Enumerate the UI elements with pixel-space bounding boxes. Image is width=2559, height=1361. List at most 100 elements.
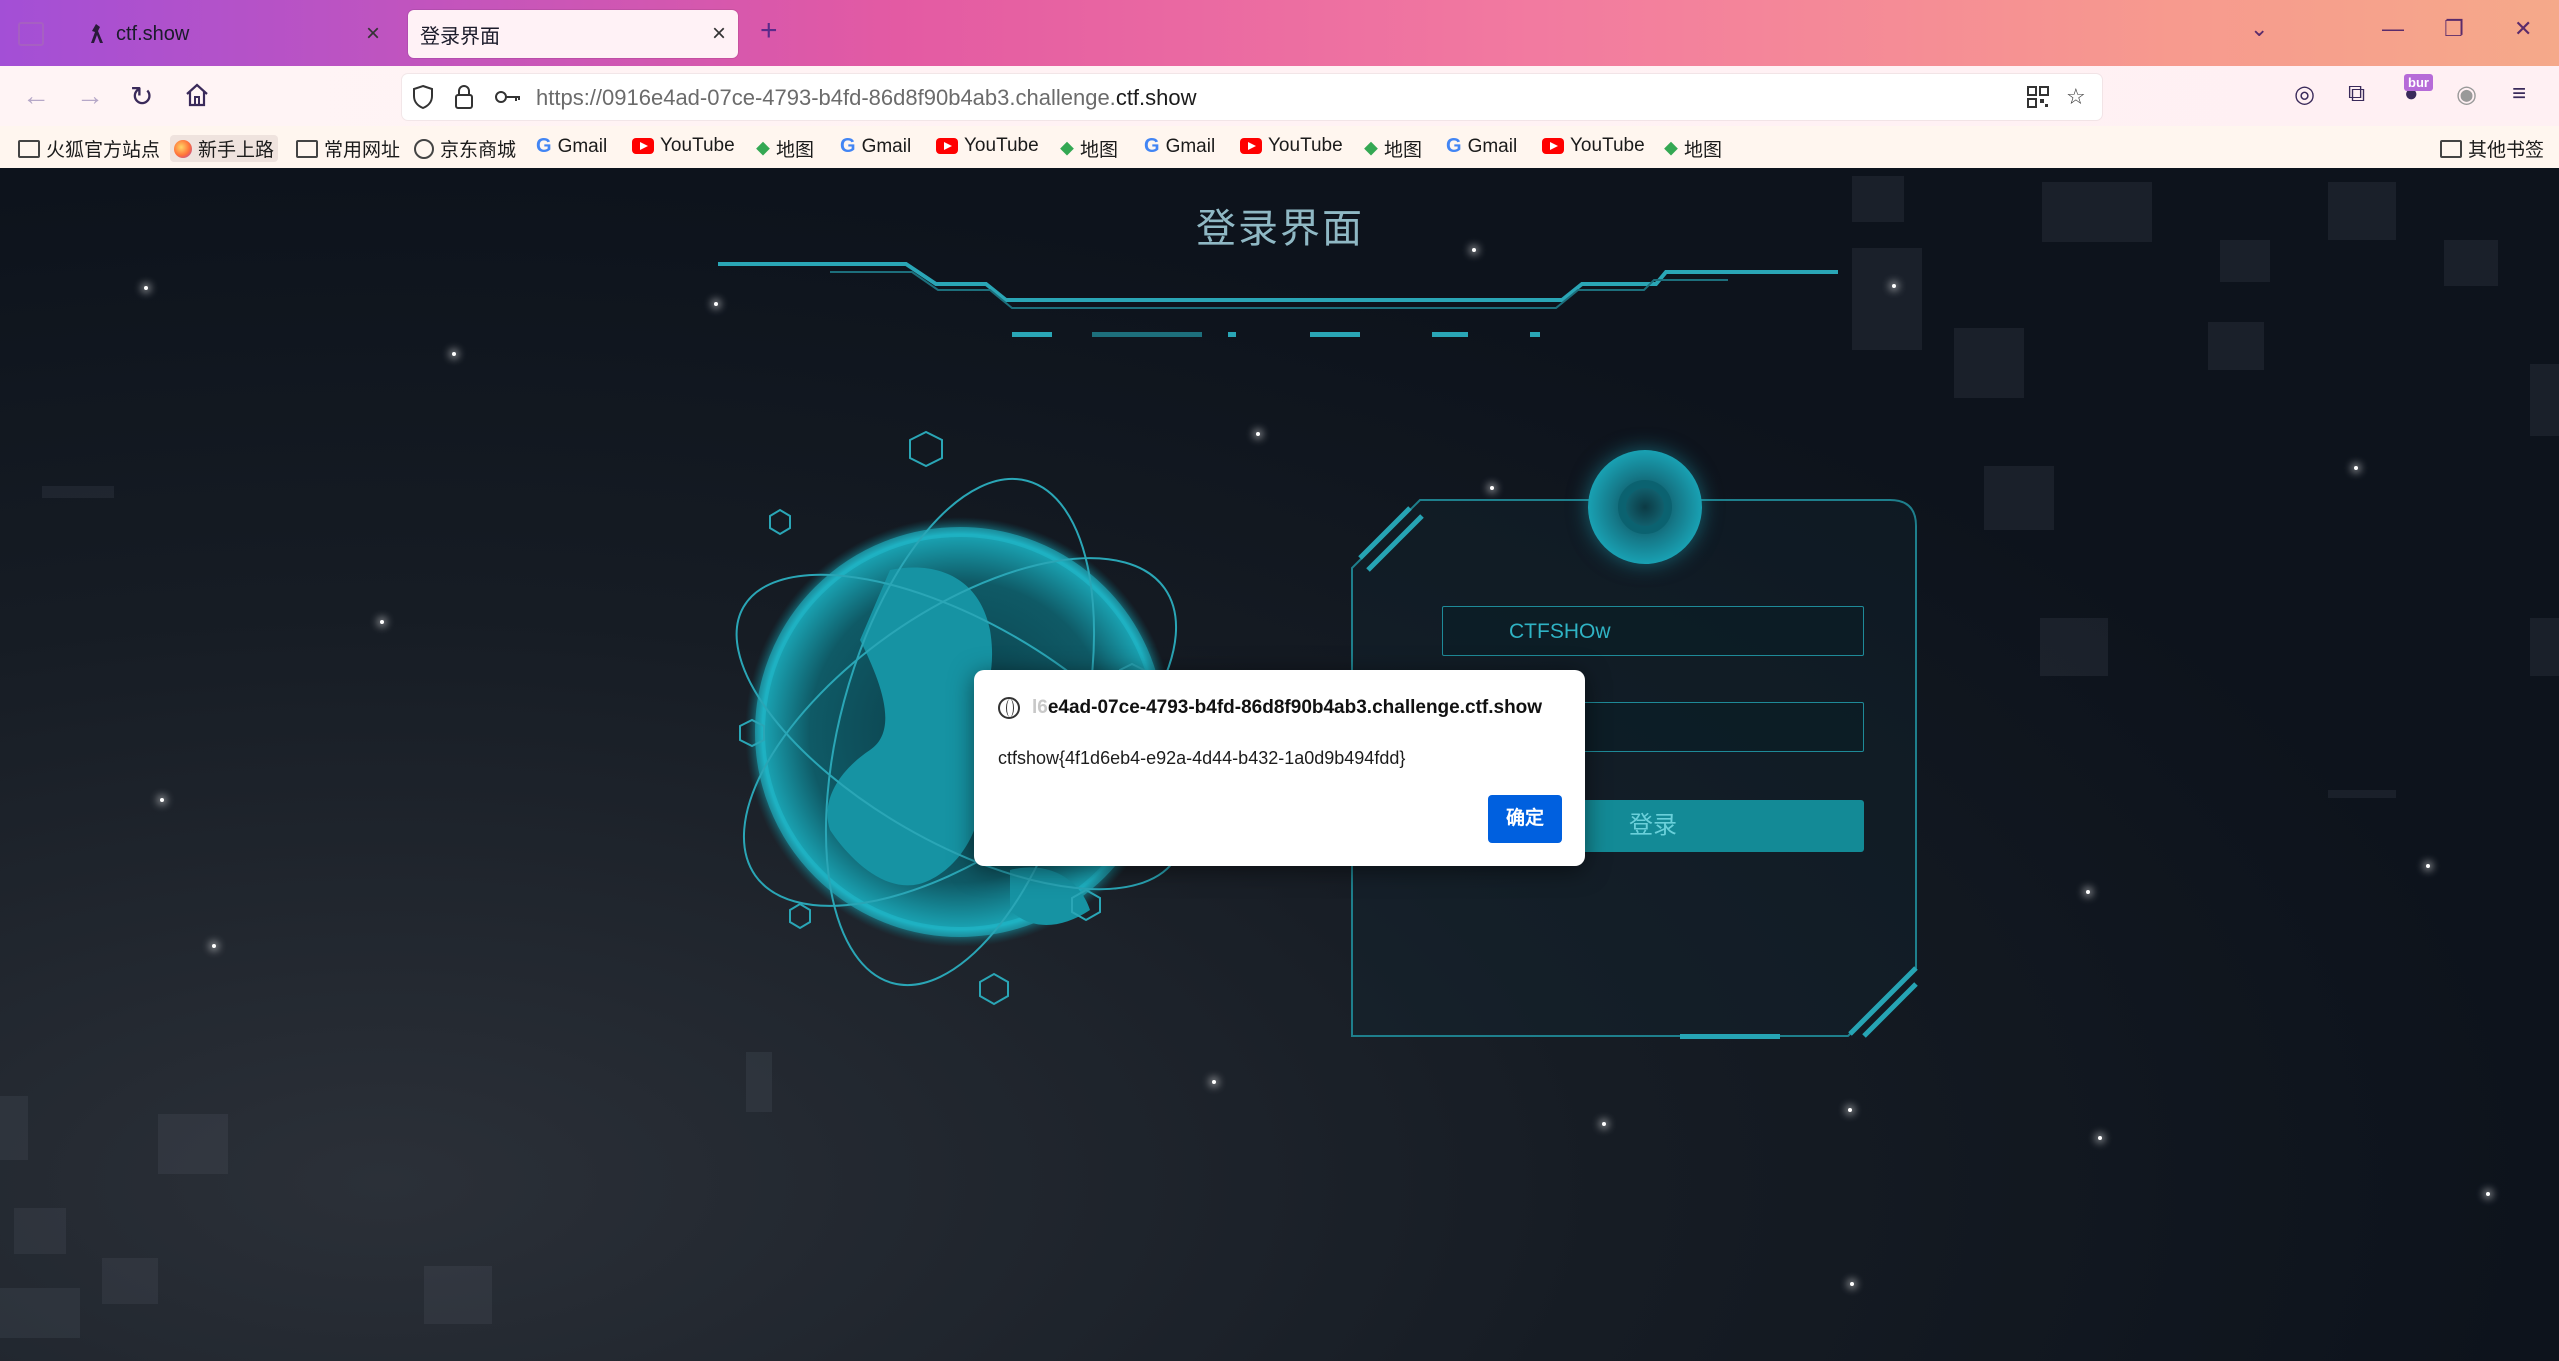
- google-icon: G: [1144, 135, 1160, 157]
- bg-square: [2208, 322, 2264, 370]
- extension-badge: bur: [2404, 74, 2433, 91]
- dialog-origin-text: l6e4ad-07ce-4793-b4fd-86d8f90b4ab3.chall…: [1032, 697, 1543, 718]
- other-bookmarks-folder[interactable]: 其他书签: [2440, 135, 2544, 162]
- bookmark-star-icon[interactable]: ☆: [2066, 84, 2086, 110]
- star: [144, 286, 148, 290]
- star: [380, 620, 384, 624]
- youtube-icon: [632, 138, 654, 154]
- maps-icon: ⬥: [1664, 137, 1678, 159]
- menu-icon[interactable]: ≡: [2512, 80, 2526, 108]
- youtube-icon: [1542, 138, 1564, 154]
- bg-square: [158, 1114, 228, 1174]
- star: [1602, 1122, 1606, 1126]
- restore-icon[interactable]: ❐: [2444, 16, 2464, 42]
- bookmark-item[interactable]: G Gmail: [840, 135, 911, 158]
- circle-extension-icon[interactable]: ◉: [2456, 80, 2477, 109]
- bookmark-item[interactable]: ⬥ 地图: [1364, 135, 1422, 162]
- star: [2426, 864, 2430, 868]
- star: [1892, 284, 1896, 288]
- chevron-down-icon[interactable]: ⌄: [2250, 16, 2268, 42]
- globe-icon: [998, 697, 1020, 719]
- maps-icon: ⬥: [756, 137, 770, 159]
- dialog-origin: l6e4ad-07ce-4793-b4fd-86d8f90b4ab3.chall…: [998, 694, 1568, 722]
- star: [212, 944, 216, 948]
- bookmarks-bar: 火狐官方站点 新手上路 常用网址 京东商城 G Gmail YouTube ⬥ 地图…: [0, 126, 2559, 169]
- dialog-message: ctfshow{4f1d6eb4-e92a-4d44-b432-1a0d9b49…: [998, 748, 1406, 768]
- star: [1256, 432, 1260, 436]
- tab-title: 登录界面: [420, 25, 500, 48]
- home-icon[interactable]: [184, 82, 210, 108]
- reload-icon[interactable]: ↻: [130, 80, 153, 113]
- shield-icon[interactable]: [412, 84, 434, 110]
- youtube-icon: [1240, 138, 1262, 154]
- bookmark-item[interactable]: 新手上路: [170, 135, 279, 162]
- forward-arrow-icon[interactable]: →: [76, 80, 104, 112]
- new-tab-button[interactable]: +: [760, 14, 778, 48]
- bookmark-item[interactable]: YouTube: [632, 135, 735, 157]
- bg-square: [1984, 466, 2054, 530]
- google-icon: G: [840, 135, 856, 157]
- tab-login[interactable]: 登录界面 ×: [408, 10, 738, 58]
- qr-code-icon[interactable]: [2026, 85, 2050, 109]
- bookmark-item[interactable]: YouTube: [1240, 135, 1343, 157]
- bg-square: [0, 1096, 28, 1160]
- title-decoration: [718, 262, 1838, 337]
- bookmark-item[interactable]: G Gmail: [1144, 135, 1215, 158]
- bookmark-folder[interactable]: 火狐官方站点: [18, 135, 160, 162]
- star: [1848, 1108, 1852, 1112]
- bg-square: [2444, 240, 2498, 286]
- bookmark-item[interactable]: YouTube: [936, 135, 1039, 157]
- star: [2486, 1192, 2490, 1196]
- minimize-icon[interactable]: —: [2382, 16, 2404, 42]
- star: [452, 352, 456, 356]
- tab-bar: ctf.show × 登录界面 × + ⌄ — ❐ ✕: [0, 0, 2559, 66]
- close-tab-icon[interactable]: ×: [366, 22, 380, 46]
- page-title: 登录界面: [1196, 206, 1364, 252]
- star: [1850, 1282, 1854, 1286]
- ok-button[interactable]: 确定: [1488, 795, 1562, 843]
- bg-square: [746, 1052, 772, 1112]
- google-icon: G: [1446, 135, 1462, 157]
- extensions-icon[interactable]: ⧉: [2348, 80, 2365, 108]
- youtube-icon: [936, 138, 958, 154]
- bg-square: [42, 486, 114, 498]
- sidebar-toggle-icon[interactable]: [18, 22, 44, 46]
- folder-icon: [2440, 139, 2462, 158]
- bg-square: [0, 1288, 80, 1338]
- lock-icon[interactable]: [454, 83, 474, 111]
- close-window-icon[interactable]: ✕: [2514, 16, 2532, 42]
- bg-square: [1852, 176, 1904, 222]
- ctfshow-favicon-icon: [91, 24, 103, 43]
- bookmark-item[interactable]: 京东商城: [414, 135, 516, 162]
- folder-icon: [18, 139, 40, 158]
- address-bar[interactable]: https://0916e4ad-07ce-4793-b4fd-86d8f90b…: [402, 74, 2102, 120]
- bookmark-folder[interactable]: 常用网址: [296, 135, 400, 162]
- bg-square: [2530, 364, 2559, 436]
- bookmark-item[interactable]: G Gmail: [536, 135, 607, 158]
- bg-square: [14, 1208, 66, 1254]
- bookmark-item[interactable]: ⬥ 地图: [1060, 135, 1118, 162]
- back-arrow-icon[interactable]: ←: [22, 80, 50, 112]
- bookmark-item[interactable]: ⬥ 地图: [1664, 135, 1722, 162]
- star: [1212, 1080, 1216, 1084]
- bg-square: [1954, 328, 2024, 398]
- tab-ctfshow[interactable]: ctf.show ×: [72, 10, 392, 58]
- username-input[interactable]: CTFSHOw: [1442, 606, 1864, 656]
- bg-square: [424, 1266, 492, 1324]
- folder-icon: [296, 139, 318, 158]
- star: [160, 798, 164, 802]
- bg-square: [2328, 182, 2396, 240]
- bookmark-item[interactable]: G Gmail: [1446, 135, 1517, 158]
- bookmark-item[interactable]: ⬥ 地图: [756, 135, 814, 162]
- star: [1490, 486, 1494, 490]
- bg-square: [2040, 618, 2108, 676]
- google-icon: G: [536, 135, 552, 157]
- key-icon[interactable]: [494, 86, 522, 108]
- bg-square: [2530, 618, 2559, 676]
- close-tab-icon[interactable]: ×: [712, 22, 726, 46]
- star: [2086, 890, 2090, 894]
- firefox-icon: [174, 139, 192, 158]
- bookmark-item[interactable]: YouTube: [1542, 135, 1645, 157]
- account-icon[interactable]: ◎: [2294, 80, 2315, 109]
- url-text[interactable]: https://0916e4ad-07ce-4793-b4fd-86d8f90b…: [536, 85, 1197, 111]
